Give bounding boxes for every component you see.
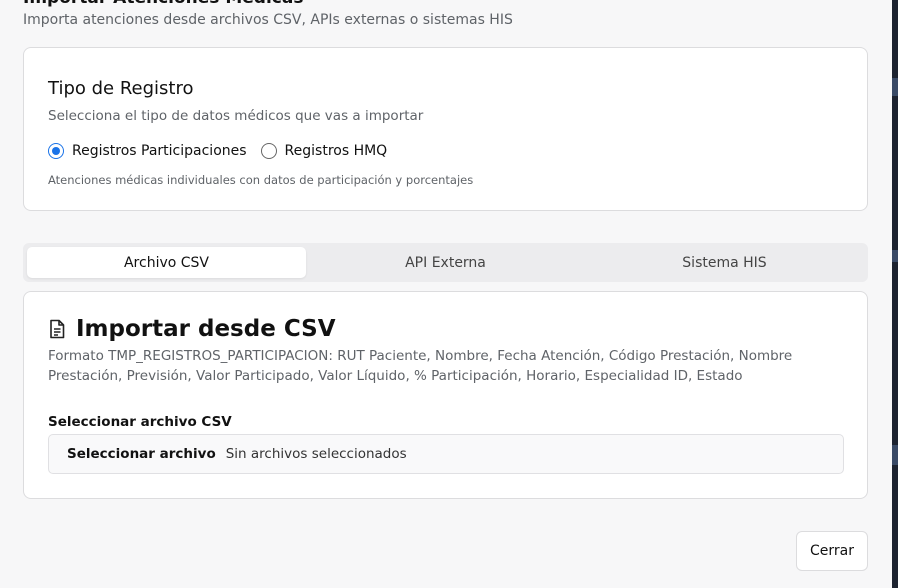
record-type-description: Selecciona el tipo de datos médicos que … <box>48 108 424 124</box>
csv-title: Importar desde CSV <box>76 316 336 342</box>
radio-option-participaciones[interactable]: Registros Participaciones <box>48 143 247 159</box>
dialog-title: Importar Atenciones Médicas <box>23 0 303 8</box>
tab-archivo-csv[interactable]: Archivo CSV <box>27 247 306 278</box>
background-edge-mark <box>892 250 898 262</box>
radio-button-hmq[interactable] <box>260 143 277 159</box>
import-source-tabs: Archivo CSV API Externa Sistema HIS <box>23 243 868 282</box>
record-type-card: Tipo de Registro Selecciona el tipo de d… <box>23 47 868 211</box>
close-button[interactable]: Cerrar <box>796 531 868 571</box>
background-edge-mark <box>892 445 898 465</box>
file-text-icon <box>48 319 66 339</box>
radio-label-participaciones: Registros Participaciones <box>72 143 247 159</box>
radio-label-hmq: Registros HMQ <box>284 143 388 159</box>
radio-option-hmq[interactable]: Registros HMQ <box>260 143 388 159</box>
tab-sistema-his[interactable]: Sistema HIS <box>585 247 864 278</box>
record-type-radio-group: Registros Participaciones Registros HMQ <box>48 143 401 159</box>
csv-format-description: Formato TMP_REGISTROS_PARTICIPACION: RUT… <box>48 348 793 384</box>
csv-import-card: Importar desde CSV Formato TMP_REGISTROS… <box>23 291 868 499</box>
background-edge-mark <box>892 78 898 96</box>
file-status-text: Sin archivos seleccionados <box>225 446 407 462</box>
record-type-help-text: Atenciones médicas individuales con dato… <box>48 173 474 187</box>
tab-api-externa[interactable]: API Externa <box>306 247 585 278</box>
csv-header: Importar desde CSV <box>48 316 336 342</box>
csv-file-input[interactable]: Seleccionar archivo Sin archivos selecci… <box>48 434 844 474</box>
record-type-title: Tipo de Registro <box>48 78 194 99</box>
select-file-button[interactable]: Seleccionar archivo <box>67 446 216 462</box>
dialog-subtitle: Importa atenciones desde archivos CSV, A… <box>23 12 513 28</box>
file-field-label: Seleccionar archivo CSV <box>48 414 232 430</box>
radio-button-participaciones[interactable] <box>48 143 64 159</box>
background-edge <box>892 0 898 588</box>
